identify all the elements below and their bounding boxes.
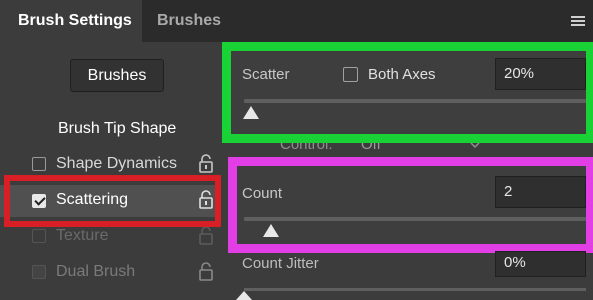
- sidebar-item-dual-brush[interactable]: Dual Brush: [0, 258, 220, 288]
- count-jitter-slider-track[interactable]: [244, 288, 586, 291]
- dual-brush-checkbox[interactable]: [32, 265, 46, 279]
- texture-label: Texture: [56, 227, 109, 244]
- texture-checkbox[interactable]: [32, 229, 46, 243]
- tab-brush-settings[interactable]: Brush Settings: [0, 0, 142, 42]
- shape-dynamics-label: Shape Dynamics: [56, 155, 177, 172]
- scatter-highlight-box: [222, 42, 593, 143]
- count-jitter-slider-thumb[interactable]: [236, 291, 252, 300]
- count-jitter-value-input[interactable]: 0%: [495, 251, 586, 277]
- lock-icon[interactable]: [198, 262, 214, 282]
- lock-icon[interactable]: [198, 154, 214, 174]
- lock-icon[interactable]: [198, 226, 214, 246]
- count-highlight-box: [228, 157, 593, 253]
- dual-brush-label: Dual Brush: [56, 263, 136, 280]
- tab-brushes[interactable]: Brushes: [142, 0, 232, 42]
- panel-menu-icon[interactable]: [571, 16, 585, 26]
- brushes-button[interactable]: Brushes: [70, 59, 164, 92]
- scattering-highlight-box: [4, 175, 221, 227]
- shape-dynamics-checkbox[interactable]: [32, 157, 46, 171]
- count-jitter-label: Count Jitter: [242, 255, 319, 272]
- panel-tab-bar: Brush Settings Brushes: [0, 0, 593, 42]
- brush-tip-shape-item[interactable]: Brush Tip Shape: [58, 120, 176, 138]
